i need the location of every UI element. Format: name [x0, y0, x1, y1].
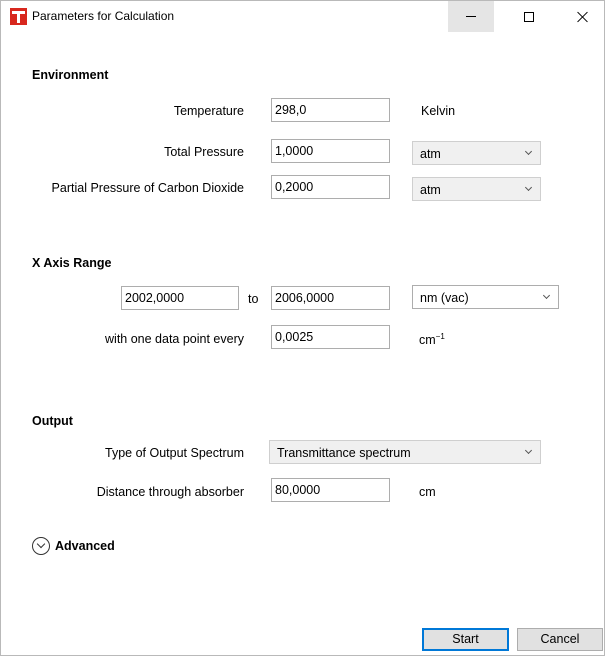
temperature-unit: Kelvin — [421, 104, 456, 118]
chevron-down-icon — [524, 183, 533, 192]
chevron-down-icon — [524, 446, 533, 455]
x-axis-to-input[interactable]: 2006,0000 — [271, 286, 390, 310]
temperature-input[interactable]: 298,0 — [271, 98, 390, 122]
chevron-down-icon — [524, 147, 533, 156]
distance-unit: cm — [419, 485, 436, 499]
distance-label: Distance through absorber — [96, 485, 244, 499]
environment-heading: Environment — [32, 68, 109, 82]
x-axis-heading: X Axis Range — [32, 256, 112, 270]
output-type-label: Type of Output Spectrum — [105, 446, 244, 460]
advanced-label: Advanced — [55, 539, 115, 553]
close-icon — [577, 11, 589, 23]
output-type-select[interactable]: Transmittance spectrum — [269, 440, 541, 464]
partial-pressure-input[interactable]: 0,2000 — [271, 175, 390, 199]
minimize-button[interactable] — [448, 1, 494, 32]
total-pressure-label: Total Pressure — [164, 145, 244, 159]
minimize-icon — [466, 16, 476, 17]
maximize-icon — [524, 11, 534, 22]
x-axis-from-input[interactable]: 2002,0000 — [121, 286, 239, 310]
output-heading: Output — [32, 414, 73, 428]
parameters-dialog: Parameters for Calculation Environment T… — [0, 0, 605, 656]
partial-pressure-unit-select[interactable]: atm — [412, 177, 541, 201]
total-pressure-input[interactable]: 1,0000 — [271, 139, 390, 163]
temperature-label: Temperature — [173, 104, 244, 118]
total-pressure-unit-select[interactable]: atm — [412, 141, 541, 165]
maximize-button[interactable] — [506, 1, 552, 32]
app-logo-icon — [10, 8, 27, 25]
window-title: Parameters for Calculation — [32, 9, 175, 23]
total-pressure-unit-value: atm — [420, 147, 441, 161]
distance-input[interactable]: 80,0000 — [271, 478, 390, 502]
advanced-expander[interactable]: Advanced — [32, 537, 115, 555]
partial-pressure-unit-value: atm — [420, 183, 441, 197]
step-unit-exponent: −1 — [435, 332, 445, 341]
step-unit: cm−1 — [419, 332, 445, 347]
x-axis-unit-select[interactable]: nm (vac) — [412, 285, 559, 309]
cancel-button[interactable]: Cancel — [517, 628, 603, 651]
chevron-down-circle-icon — [32, 537, 50, 555]
x-axis-unit-value: nm (vac) — [420, 291, 469, 305]
partial-pressure-label: Partial Pressure of Carbon Dioxide — [51, 181, 244, 195]
start-button[interactable]: Start — [422, 628, 509, 651]
step-input[interactable]: 0,0025 — [271, 325, 390, 349]
output-type-value: Transmittance spectrum — [277, 446, 411, 460]
x-axis-to-label: to — [248, 292, 259, 306]
step-label: with one data point every — [105, 332, 244, 346]
chevron-down-icon — [542, 291, 551, 300]
title-bar: Parameters for Calculation — [1, 1, 604, 32]
close-button[interactable] — [560, 1, 605, 32]
step-unit-base: cm — [419, 333, 436, 348]
